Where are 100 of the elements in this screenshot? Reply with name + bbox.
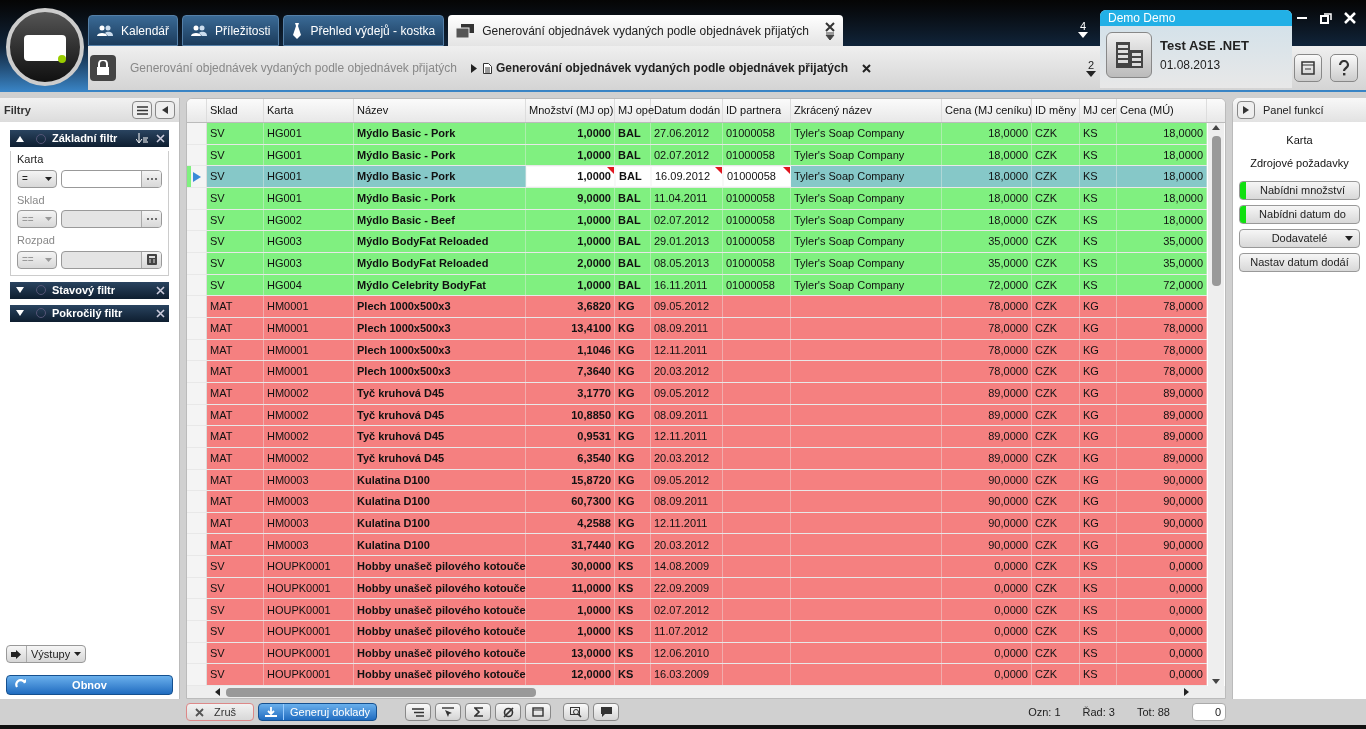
- scroll-right-icon[interactable]: [1184, 688, 1189, 696]
- arrow-down-icon[interactable]: [1078, 32, 1088, 38]
- column-header[interactable]: ID měny: [1032, 99, 1080, 122]
- generate-button[interactable]: Generuj doklady: [258, 703, 378, 721]
- lock-icon[interactable]: [90, 55, 116, 81]
- table-row[interactable]: SV HG002 Mýdlo Basic - Beef 1,0000 BAL 02.07.2012 01000058 Tyler's Soap Company 18,0000 CZK KS 18,0000: [187, 209, 1207, 232]
- column-header[interactable]: Množství (MJ op): [526, 99, 615, 122]
- column-header[interactable]: Název: [354, 99, 526, 122]
- column-header[interactable]: Cena (MÚ): [1117, 99, 1207, 122]
- lines-icon[interactable]: [405, 703, 432, 721]
- collapse-icon[interactable]: [16, 135, 24, 142]
- table-cell: 13,4100: [526, 317, 615, 339]
- filter-input[interactable]: [61, 169, 162, 188]
- sort-icon[interactable]: [136, 133, 148, 144]
- table-row[interactable]: SV HG001 Mýdlo Basic - Pork 1,0000 BAL 02.07.2012 01000058 Tyler's Soap Company 18,0000 CZK KS 18,0000: [187, 144, 1207, 167]
- table-row[interactable]: MAT HM0003 Kulatina D100 31,7440 KG 20.03.2012 90,0000 CZK KG 90,0000: [187, 534, 1207, 557]
- function-button[interactable]: Nabídni množství: [1239, 181, 1360, 200]
- list-icon[interactable]: [132, 101, 152, 119]
- refresh-button[interactable]: Obnov: [6, 675, 173, 695]
- table-row[interactable]: MAT HM0001 Plech 1000x500x3 3,6820 KG 09.05.2012 78,0000 CZK KG 78,0000: [187, 296, 1207, 318]
- table-row[interactable]: MAT HM0001 Plech 1000x500x3 7,3640 KG 20.03.2012 78,0000 CZK KG 78,0000: [187, 361, 1207, 383]
- scroll-thumb[interactable]: [1211, 136, 1221, 286]
- horizontal-scrollbar[interactable]: [187, 686, 1225, 698]
- expand-panel-icon[interactable]: [1237, 101, 1255, 119]
- table-row[interactable]: MAT HM0002 Tyč kruhová D45 3,1770 KG 09.05.2012 89,0000 CZK KG 89,0000: [187, 382, 1207, 405]
- collapse-panel-icon[interactable]: [155, 101, 175, 119]
- help-icon[interactable]: [1330, 54, 1358, 82]
- table-row[interactable]: MAT HM0003 Kulatina D100 4,2588 KG 12.11.2011 90,0000 CZK KG 90,0000: [187, 512, 1207, 535]
- page-counter[interactable]: 4: [1078, 21, 1088, 38]
- table-row[interactable]: MAT HM0003 Kulatina D100 15,8720 KG 09.05.2012 90,0000 CZK KG 90,0000: [187, 469, 1207, 492]
- restore-icon[interactable]: [1320, 12, 1332, 24]
- table-row[interactable]: MAT HM0003 Kulatina D100 60,7300 KG 08.09.2011 90,0000 CZK KG 90,0000: [187, 491, 1207, 513]
- scroll-left-icon[interactable]: [215, 688, 220, 696]
- function-button[interactable]: Nastav datum dodáí: [1239, 253, 1360, 272]
- column-header[interactable]: Karta: [264, 99, 354, 122]
- table-row[interactable]: SV HOUPK0001 Hobby unašeč pilového kotouče 30,0000 KS 14.08.2009 0,0000 CZK KS 0,0000: [187, 556, 1207, 578]
- cancel-button[interactable]: Zruš: [186, 703, 254, 721]
- function-button[interactable]: Nabídni datum do: [1239, 205, 1360, 224]
- tab[interactable]: Generování objednávek vydaných podle objednávek přijatých: [448, 15, 844, 46]
- table-cell: Plech 1000x500x3: [354, 317, 526, 339]
- table-row[interactable]: SV HG003 Mýdlo BodyFat Reloaded 1,0000 BAL 29.01.2013 01000058 Tyler's Soap Company 35,0000 CZK KS 35,0000: [187, 231, 1207, 253]
- window-icon[interactable]: [1294, 54, 1322, 82]
- table-row[interactable]: SV HG004 Mýdlo Celebrity BodyFat 1,0000 BAL 16.11.2011 01000058 Tyler's Soap Company 72,0000 CZK KS 72,0000: [187, 274, 1207, 297]
- filter-section-header[interactable]: Pokročilý filtr: [10, 304, 169, 322]
- table-row[interactable]: SV HG001 Mýdlo Basic - Pork 1,0000 BAL 16.09.2012 01000058 Tyler's Soap Company 18,0000 CZK KS 18,0000: [187, 166, 1207, 188]
- window-icon[interactable]: [525, 703, 552, 721]
- table-row[interactable]: MAT HM0001 Plech 1000x500x3 13,4100 KG 08.09.2011 78,0000 CZK KG 78,0000: [187, 317, 1207, 340]
- tab[interactable]: Kalendář: [88, 15, 179, 46]
- table-row[interactable]: SV HOUPK0001 Hobby unašeč pilového kotouče 11,0000 KS 22.09.2009 0,0000 CZK KS 0,0000: [187, 577, 1207, 600]
- page-counter[interactable]: 2: [1086, 59, 1096, 77]
- table-cell: 0,0000: [942, 621, 1032, 642]
- table-row[interactable]: SV HG001 Mýdlo Basic - Pork 1,0000 BAL 27.06.2012 01000058 Tyler's Soap Company 18,0000 CZK KS 18,0000: [187, 123, 1207, 145]
- table-row[interactable]: MAT HM0002 Tyč kruhová D45 0,9531 KG 12.11.2011 89,0000 CZK KG 89,0000: [187, 426, 1207, 448]
- zoom-icon[interactable]: [563, 703, 590, 721]
- expand-icon[interactable]: [16, 310, 24, 316]
- table-row[interactable]: MAT HM0002 Tyč kruhová D45 6,3540 KG 20.03.2012 89,0000 CZK KG 89,0000: [187, 447, 1207, 470]
- column-header[interactable]: ID partnera: [723, 99, 791, 122]
- scroll-up-icon[interactable]: [1212, 125, 1220, 130]
- ellipsis-icon[interactable]: [146, 177, 157, 180]
- table-row[interactable]: SV HG003 Mýdlo BodyFat Reloaded 2,0000 BAL 08.05.2013 01000058 Tyler's Soap Company 35,0000 CZK KS 35,0000: [187, 252, 1207, 275]
- dropdown-arrow-icon[interactable]: [825, 31, 836, 40]
- column-header[interactable]: Sklad: [207, 99, 264, 122]
- counter-field[interactable]: 0: [1192, 703, 1226, 721]
- comment-icon[interactable]: [593, 703, 620, 721]
- calculator-icon[interactable]: [146, 254, 157, 265]
- filter-section-header[interactable]: Stavový filtr: [10, 281, 169, 299]
- table-row[interactable]: SV HOUPK0001 Hobby unašeč pilového kotouče 1,0000 KS 11.07.2012 0,0000 CZK KS 0,0000: [187, 621, 1207, 643]
- filter-section-header[interactable]: Základní filtr: [10, 130, 169, 147]
- table-cell: SV: [207, 577, 264, 599]
- tab[interactable]: Příležitosti: [182, 15, 280, 46]
- function-button[interactable]: Dodavatelé: [1239, 229, 1360, 248]
- table-cell: SV: [207, 274, 264, 296]
- sum-icon[interactable]: [465, 703, 492, 721]
- close-icon[interactable]: [862, 63, 871, 73]
- table-row[interactable]: SV HOUPK0001 Hobby unašeč pilového kotouče 13,0000 KS 12.06.2010 0,0000 CZK KS 0,0000: [187, 642, 1207, 665]
- empty-set-icon[interactable]: [495, 703, 522, 721]
- expand-icon[interactable]: [16, 287, 24, 293]
- user-panel[interactable]: Demo Demo Test ASE .NET 01.08.2013: [1100, 10, 1292, 88]
- table-cell: 0,9531: [526, 426, 615, 447]
- column-header[interactable]: Zkrácený název: [791, 99, 942, 122]
- filter-input[interactable]: [61, 250, 162, 269]
- table-row[interactable]: MAT HM0001 Plech 1000x500x3 1,1046 KG 12.11.2011 78,0000 CZK KG 78,0000: [187, 339, 1207, 362]
- table-row[interactable]: SV HOUPK0001 Hobby unašeč pilového kotouče 12,0000 KS 16.03.2009 0,0000 CZK KS 0,0000: [187, 664, 1207, 687]
- cursor-icon[interactable]: [435, 703, 462, 721]
- close-icon[interactable]: [825, 21, 836, 32]
- vertical-scrollbar[interactable]: [1208, 123, 1224, 686]
- column-header[interactable]: Cena (MJ ceníku): [942, 99, 1032, 122]
- table-row[interactable]: SV HOUPK0001 Hobby unašeč pilového kotouče 1,0000 KS 02.07.2012 0,0000 CZK KS 0,0000: [187, 599, 1207, 622]
- scroll-thumb[interactable]: [226, 687, 536, 697]
- outputs-button[interactable]: Výstupy: [6, 645, 87, 663]
- filter-input[interactable]: [61, 210, 162, 228]
- operator-select[interactable]: =: [17, 169, 57, 188]
- table-row[interactable]: SV HG001 Mýdlo Basic - Pork 9,0000 BAL 11.04.2011 01000058 Tyler's Soap Company 18,0000 CZK KS 18,0000: [187, 187, 1207, 210]
- scroll-down-icon[interactable]: [1212, 679, 1220, 684]
- column-header[interactable]: MJ cer: [1080, 99, 1117, 122]
- table-row[interactable]: MAT HM0002 Tyč kruhová D45 10,8850 KG 08.09.2011 89,0000 CZK KG 89,0000: [187, 404, 1207, 427]
- tab[interactable]: Přehled výdejů - kostka: [283, 15, 445, 46]
- table-cell: KG: [1080, 404, 1117, 426]
- arrow-down-icon[interactable]: [1086, 70, 1096, 77]
- caret-icon[interactable]: [45, 176, 52, 181]
